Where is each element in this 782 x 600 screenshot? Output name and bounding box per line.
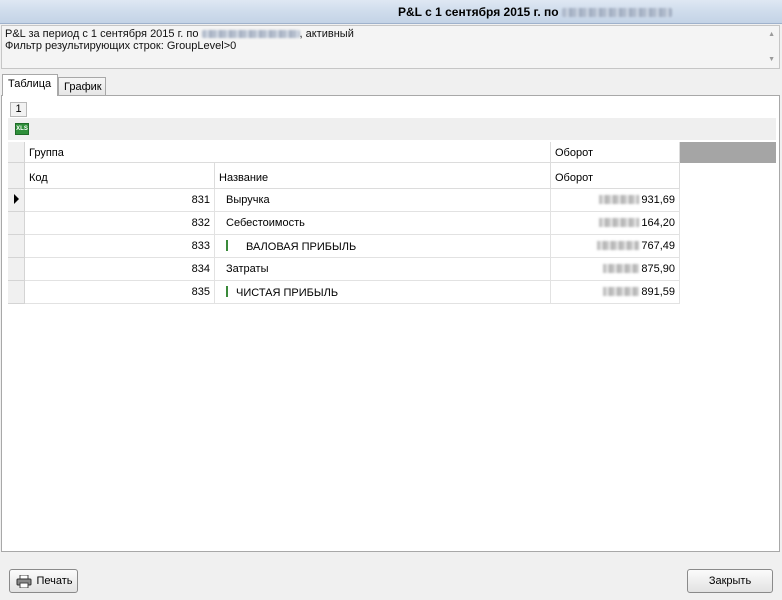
header-filler	[680, 142, 776, 163]
redacted-period-end	[201, 30, 300, 39]
group-level-marker-icon	[226, 240, 228, 251]
redacted-amount	[599, 218, 640, 227]
cell-turnover[interactable]: 891,59	[551, 281, 680, 304]
redacted-amount	[597, 241, 640, 250]
row-indicator[interactable]	[8, 258, 25, 281]
cell-code[interactable]: 832	[25, 212, 215, 235]
tab-panel: 1 XLS Группа Оборот Код Название Оборот …	[1, 95, 780, 552]
cell-name-text: ЧИСТАЯ ПРИБЫЛЬ	[236, 287, 339, 299]
close-button[interactable]: Закрыть	[687, 569, 773, 593]
cell-turnover-text: 875,90	[641, 263, 675, 275]
scroll-up-arrow-icon[interactable]: ▲	[768, 31, 775, 38]
group-level-marker-icon	[226, 286, 228, 297]
tab-chart-label: График	[64, 81, 102, 93]
cell-turnover-text: 164,20	[641, 217, 675, 229]
period-prefix: P&L за период с 1 сентября 2015 г. по	[5, 28, 199, 40]
cell-turnover[interactable]: 164,20	[551, 212, 680, 235]
printer-icon	[16, 575, 32, 588]
xls-export-icon[interactable]: XLS	[15, 123, 29, 135]
cell-name[interactable]: Затраты	[215, 258, 551, 281]
print-button-label: Печать	[36, 575, 73, 587]
cell-turnover-text: 891,59	[641, 286, 675, 298]
row-indicator[interactable]	[8, 212, 25, 235]
redacted-date	[561, 8, 672, 18]
report-period-line: P&L за период с 1 сентября 2015 г. по , …	[5, 28, 354, 40]
grid-toolbar: XLS	[8, 118, 776, 140]
cell-name[interactable]: Себестоимость	[215, 212, 551, 235]
header-indicator	[8, 163, 25, 189]
print-button[interactable]: Печать	[9, 569, 78, 593]
cell-name[interactable]: Выручка	[215, 189, 551, 212]
cell-name[interactable]: ЧИСТАЯ ПРИБЫЛЬ	[215, 281, 551, 304]
cell-turnover[interactable]: 875,90	[551, 258, 680, 281]
row-indicator[interactable]	[8, 235, 25, 258]
column-header-turnover[interactable]: Оборот	[551, 163, 680, 189]
title-bar: P&L с 1 сентября 2015 г. по	[0, 0, 782, 24]
cell-code[interactable]: 835	[25, 281, 215, 304]
data-grid: Группа Оборот Код Название Оборот 831 Выр…	[8, 142, 776, 547]
cell-name[interactable]: ВАЛОВАЯ ПРИБЫЛЬ	[215, 235, 551, 258]
tab-table-label: Таблица	[8, 78, 52, 90]
page-button[interactable]: 1	[10, 102, 27, 117]
group-header-turnover: Оборот	[551, 142, 680, 163]
cell-name-text: ВАЛОВАЯ ПРИБЫЛЬ	[246, 241, 357, 253]
cell-name-text: Себестоимость	[226, 217, 305, 229]
cell-code[interactable]: 831	[25, 189, 215, 212]
cell-turnover[interactable]: 767,49	[551, 235, 680, 258]
tab-table[interactable]: Таблица	[2, 74, 58, 96]
redacted-amount	[599, 195, 640, 204]
column-header-name[interactable]: Название	[215, 163, 551, 189]
redacted-amount	[603, 287, 640, 296]
redacted-amount	[603, 264, 640, 273]
header-corner	[8, 142, 25, 163]
cell-name-text: Выручка	[226, 194, 270, 206]
row-indicator[interactable]	[8, 281, 25, 304]
group-header-group: Группа	[25, 142, 551, 163]
window-title: P&L с 1 сентября 2015 г. по	[398, 5, 672, 19]
close-button-label: Закрыть	[708, 575, 752, 587]
cell-turnover[interactable]: 931,69	[551, 189, 680, 212]
scroll-down-arrow-icon[interactable]: ▼	[768, 56, 775, 63]
cell-code[interactable]: 833	[25, 235, 215, 258]
row-indicator[interactable]	[8, 189, 25, 212]
report-info-box: P&L за период с 1 сентября 2015 г. по , …	[1, 25, 780, 69]
tab-chart[interactable]: График	[58, 77, 106, 97]
cell-turnover-text: 767,49	[641, 240, 675, 252]
filter-line: Фильтр результирующих строк: GroupLevel>…	[5, 40, 237, 52]
window-title-text: P&L с 1 сентября 2015 г. по	[398, 5, 559, 19]
current-row-pointer-icon	[14, 194, 19, 204]
column-header-code[interactable]: Код	[25, 163, 215, 189]
cell-turnover-text: 931,69	[641, 194, 675, 206]
cell-name-text: Затраты	[226, 263, 269, 275]
cell-code[interactable]: 834	[25, 258, 215, 281]
period-suffix: , активный	[299, 28, 354, 40]
